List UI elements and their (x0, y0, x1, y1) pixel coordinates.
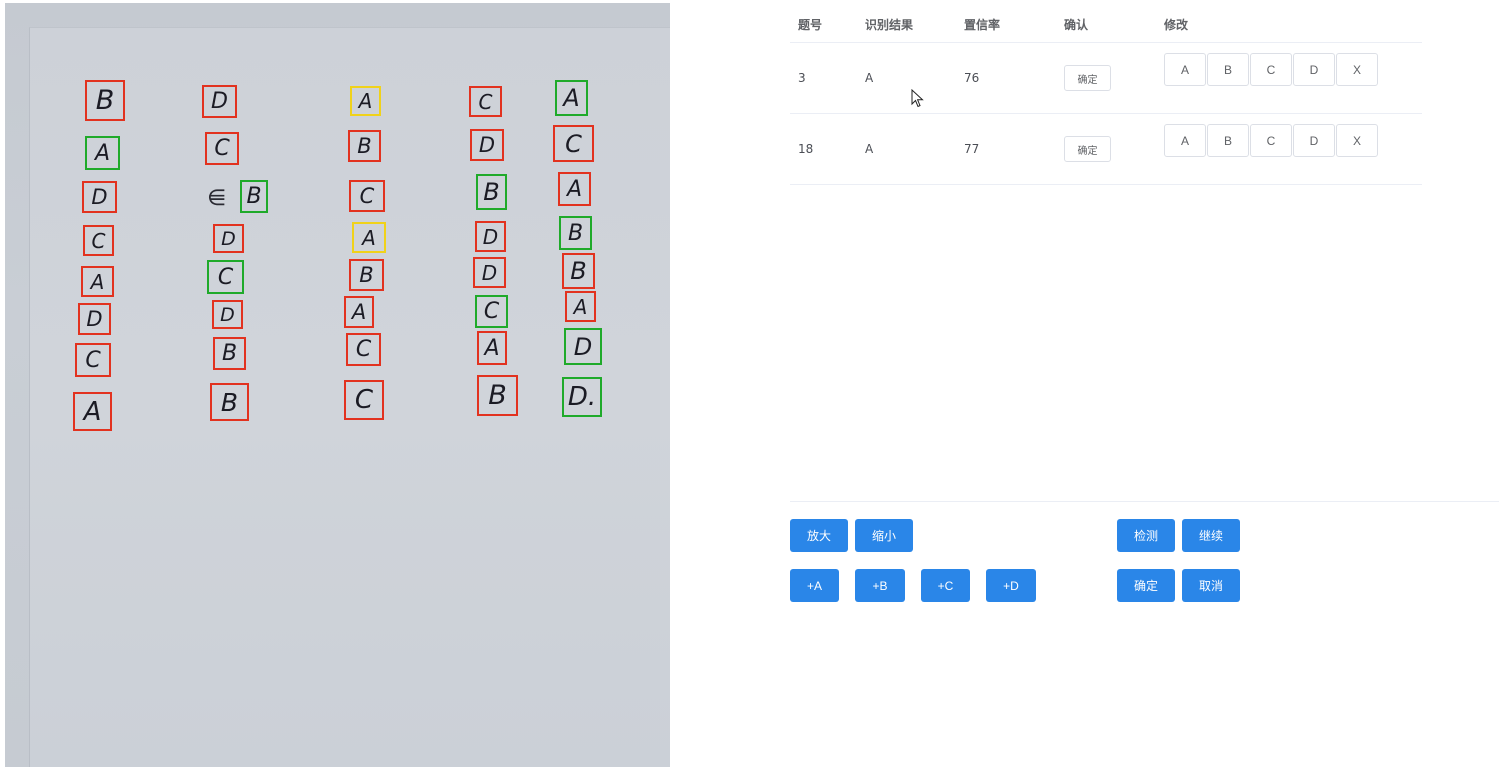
detection-box-red: A (344, 296, 374, 328)
detection-box-green: D (564, 328, 602, 365)
detection-box-yellow: A (352, 222, 386, 253)
ok-button[interactable]: 确定 (1117, 569, 1175, 602)
zoom-out-button[interactable]: 缩小 (855, 519, 913, 552)
detection-box-red: B (348, 130, 381, 162)
option-a-button[interactable]: A (1164, 124, 1206, 157)
header-recognition-result: 识别结果 (865, 18, 914, 32)
table-row: 3 A 76 确定 A B C D X (790, 43, 1422, 114)
detection-box-red: A (81, 266, 114, 297)
detection-box-green: B (240, 180, 268, 213)
add-a-button[interactable]: +A (790, 569, 839, 602)
detection-box-yellow: A (350, 86, 381, 116)
detection-box-red: D (213, 224, 244, 253)
option-c-button[interactable]: C (1250, 53, 1292, 86)
table-header: 题号 识别结果 置信率 确认 修改 (790, 10, 1422, 43)
detection-box-green: A (555, 80, 588, 116)
detection-box-red: B (85, 80, 125, 121)
detection-box-green: C (207, 260, 244, 294)
detection-box-red: C (344, 380, 384, 420)
option-x-button[interactable]: X (1336, 124, 1378, 157)
header-modify: 修改 (1164, 18, 1189, 32)
header-confirm: 确认 (1064, 18, 1089, 32)
row-question-number: 3 (798, 71, 806, 85)
row-question-number: 18 (798, 142, 814, 156)
cancel-button[interactable]: 取消 (1182, 569, 1240, 602)
header-confidence: 置信率 (964, 18, 1001, 32)
detection-box-green: B (476, 174, 507, 210)
detection-box-red: A (477, 331, 507, 365)
detection-box-red: A (558, 172, 591, 206)
detection-box-red: B (210, 383, 249, 421)
modify-options: A B C D X (1164, 124, 1378, 157)
detection-box-green: C (475, 295, 508, 328)
row-confirm-button[interactable]: 确定 (1064, 136, 1111, 162)
add-c-button[interactable]: +C (921, 569, 970, 602)
detection-box-red: C (83, 225, 114, 256)
answer-sheet-image: BADCADCADCBDCDBBABCABACCCDBDDCABACABBADD… (5, 3, 670, 767)
detection-box-red: D (202, 85, 237, 118)
detection-box-red: C (469, 86, 502, 117)
modify-options: A B C D X (1164, 53, 1378, 86)
header-question-number: 题号 (798, 18, 823, 32)
detection-box-green: A (85, 136, 120, 170)
scribble-mark: ⋹ (207, 186, 227, 211)
row-confidence: 77 (964, 142, 980, 156)
option-x-button[interactable]: X (1336, 53, 1378, 86)
detection-box-red: C (205, 132, 239, 165)
detection-box-red: C (349, 180, 385, 212)
detection-box-red: D (473, 257, 506, 288)
detection-box-red: C (346, 333, 381, 366)
detection-box-green: D. (562, 377, 602, 417)
option-b-button[interactable]: B (1207, 53, 1249, 86)
detection-box-red: D (470, 129, 504, 161)
detection-box-red: B (477, 375, 518, 416)
row-confirm-button[interactable]: 确定 (1064, 65, 1111, 91)
option-d-button[interactable]: D (1293, 124, 1335, 157)
detection-box-red: D (78, 303, 111, 335)
add-d-button[interactable]: +D (986, 569, 1036, 602)
continue-button[interactable]: 继续 (1182, 519, 1240, 552)
zoom-in-button[interactable]: 放大 (790, 519, 848, 552)
table-row: 18 A 77 确定 A B C D X (790, 114, 1422, 185)
option-c-button[interactable]: C (1250, 124, 1292, 157)
option-b-button[interactable]: B (1207, 124, 1249, 157)
option-a-button[interactable]: A (1164, 53, 1206, 86)
add-b-button[interactable]: +B (855, 569, 905, 602)
option-d-button[interactable]: D (1293, 53, 1335, 86)
detection-box-red: C (553, 125, 594, 162)
section-divider (790, 501, 1499, 502)
detection-box-red: C (75, 343, 111, 377)
detection-box-red: A (73, 392, 112, 431)
detection-box-red: D (212, 300, 243, 329)
detection-box-red: B (349, 259, 384, 291)
detection-box-red: D (82, 181, 117, 213)
detection-box-red: B (213, 337, 246, 370)
row-confidence: 76 (964, 71, 980, 85)
row-result: A (865, 71, 874, 85)
mouse-cursor-icon (911, 89, 924, 108)
row-result: A (865, 142, 874, 156)
detection-box-red: D (475, 221, 506, 252)
detect-button[interactable]: 检测 (1117, 519, 1175, 552)
detection-box-green: B (559, 216, 592, 250)
results-table: 题号 识别结果 置信率 确认 修改 3 A 76 确定 A B C D X 18… (790, 10, 1422, 185)
detection-box-red: B (562, 253, 595, 289)
detection-box-red: A (565, 291, 596, 322)
